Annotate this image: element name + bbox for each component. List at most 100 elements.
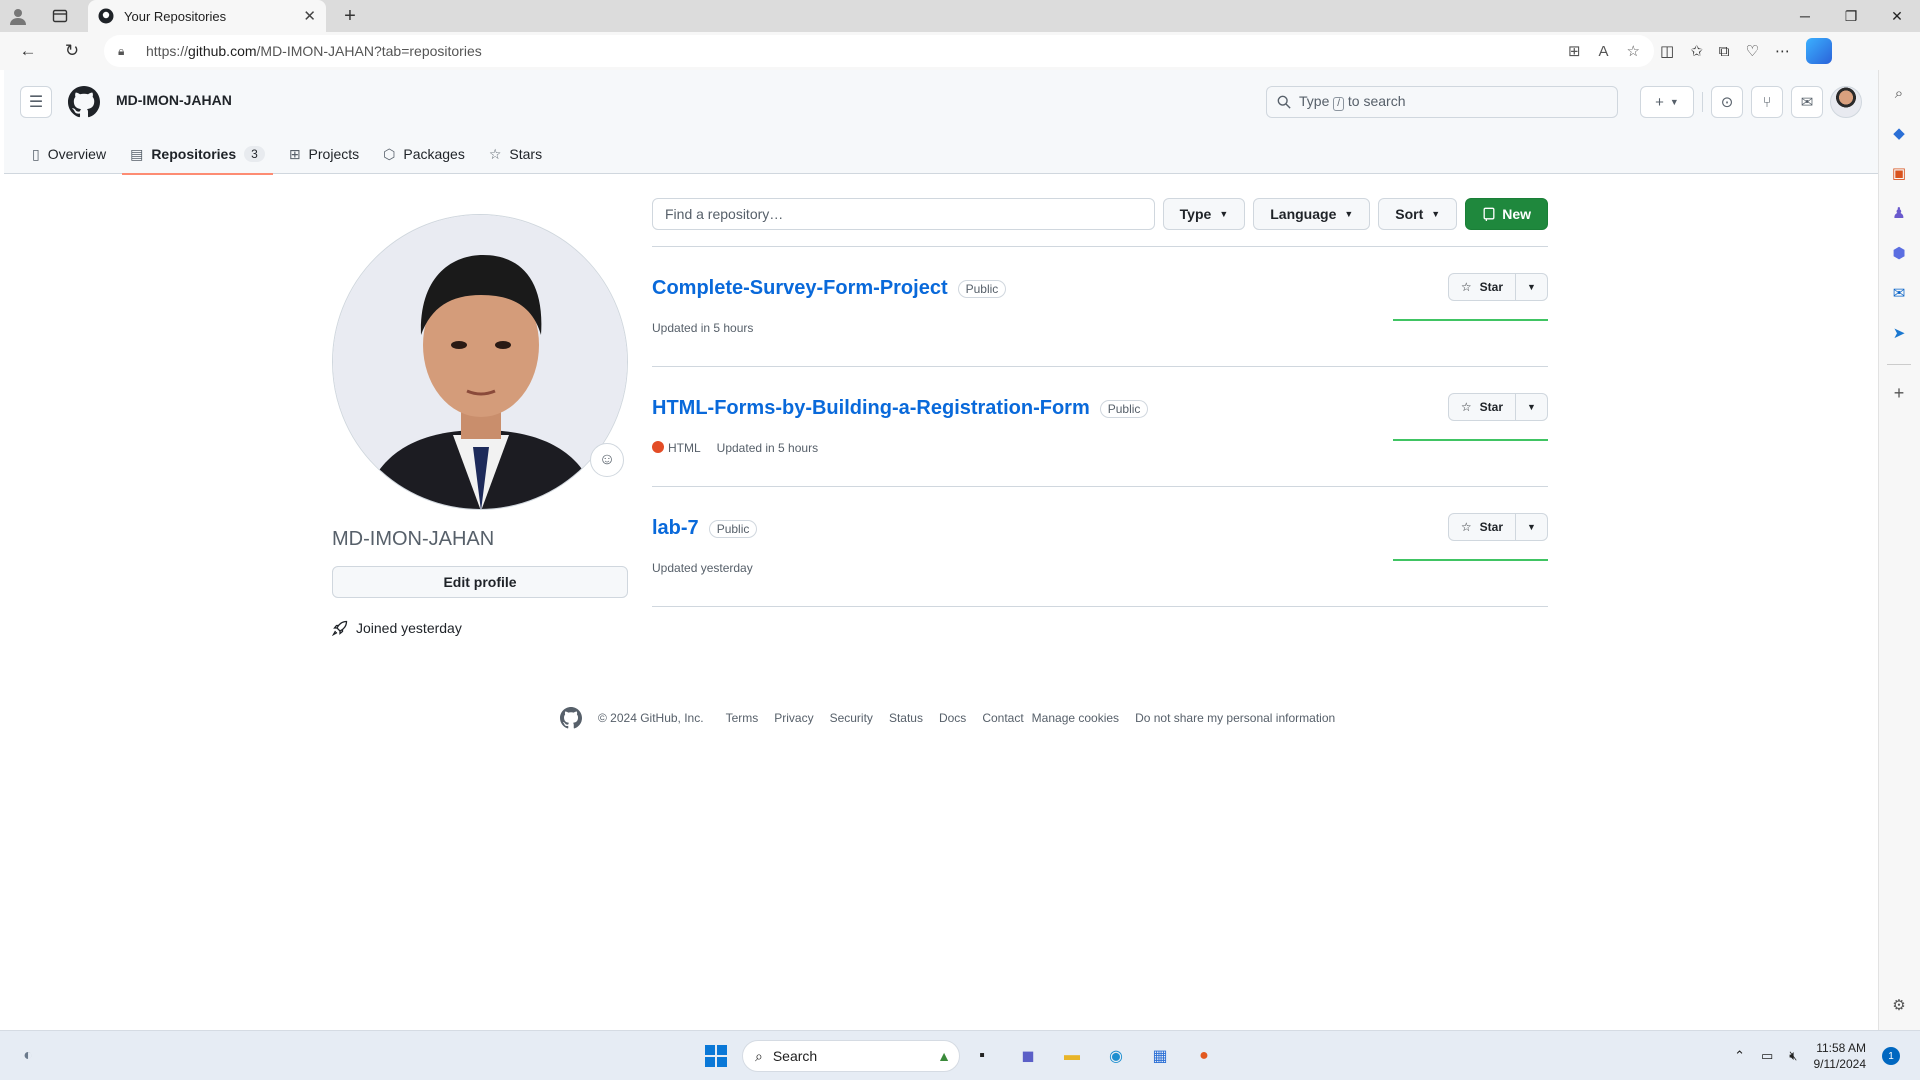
git-pull-request-icon: ⑂ xyxy=(1762,93,1772,111)
microsoft-store-icon[interactable]: ▦ xyxy=(1146,1042,1174,1070)
star-list-dropdown[interactable]: ▼ xyxy=(1516,513,1548,541)
footer-link-status[interactable]: Status xyxy=(889,711,923,725)
sidebar-add-icon[interactable]: + xyxy=(1888,382,1910,404)
tab-packages[interactable]: ⬡ Packages xyxy=(375,134,473,174)
sidebar-office-icon[interactable]: ⬢ xyxy=(1888,242,1910,264)
site-info-icon[interactable]: 🔒︎ xyxy=(118,44,138,59)
github-mark-icon[interactable] xyxy=(560,707,582,729)
repo-icon: ▤ xyxy=(130,145,144,162)
sidebar-settings-icon[interactable]: ⚙ xyxy=(1888,994,1910,1016)
page-footer: © 2024 GitHub, Inc. Terms Privacy Securi… xyxy=(560,706,1335,730)
copilot-icon[interactable] xyxy=(1805,38,1832,64)
favorite-star-icon[interactable]: ☆ xyxy=(1627,42,1640,60)
set-status-smiley-icon[interactable]: ☺ xyxy=(590,443,624,477)
tab-stars[interactable]: ☆ Stars xyxy=(481,134,550,174)
tab-actions-icon[interactable] xyxy=(42,0,78,32)
restore-icon[interactable]: ❐ xyxy=(1828,0,1874,32)
new-repository-button[interactable]: New xyxy=(1465,198,1548,230)
sidebar-search-icon[interactable]: ⌕ xyxy=(1888,82,1910,104)
inbox-button[interactable]: ✉ xyxy=(1791,86,1823,118)
read-aloud-icon[interactable]: A xyxy=(1599,43,1609,60)
issues-button[interactable]: ⊙ xyxy=(1711,86,1743,118)
sidebar-games-icon[interactable]: ♟ xyxy=(1888,202,1910,224)
create-new-button[interactable]: + ▼ xyxy=(1640,86,1694,118)
star-button[interactable]: ☆ Star xyxy=(1447,393,1516,421)
github-logo-icon[interactable] xyxy=(68,86,100,118)
repo-updated: Updated in 5 hours xyxy=(716,441,819,455)
settings-more-icon[interactable]: ⋯ xyxy=(1775,42,1790,60)
weather-widget-icon[interactable]: ◐ xyxy=(14,1042,42,1070)
star-button-group: ☆ Star ▼ xyxy=(1447,393,1548,421)
tab-overview[interactable]: ▯ Overview xyxy=(24,134,114,174)
tab-close-icon[interactable]: ✕ xyxy=(303,7,316,25)
minimize-icon[interactable]: ─ xyxy=(1782,0,1828,32)
close-window-icon[interactable]: ✕ xyxy=(1874,0,1920,32)
taskbar-clock[interactable]: 11:58 AM 9/11/2024 xyxy=(1814,1040,1867,1072)
find-repository-input[interactable]: Find a repository… xyxy=(652,198,1155,230)
footer-link-docs[interactable]: Docs xyxy=(939,711,966,725)
language-filter-button[interactable]: Language ▼ xyxy=(1253,198,1371,230)
header-username[interactable]: MD-IMON-JAHAN xyxy=(116,92,232,108)
tab-repositories[interactable]: ▤ Repositories 3 xyxy=(122,134,273,175)
star-icon: ☆ xyxy=(1460,280,1472,294)
star-button[interactable]: ☆ Star xyxy=(1447,513,1516,541)
sidebar-outlook-icon[interactable]: ✉ xyxy=(1888,282,1910,304)
header-avatar[interactable] xyxy=(1830,86,1862,118)
sidebar-tools-icon[interactable]: ▣ xyxy=(1888,162,1910,184)
taskbar-search[interactable]: ⌕ Search ▲ xyxy=(742,1040,960,1072)
repo-title-row: Complete-Survey-Form-Project Public xyxy=(652,277,1007,300)
profile-avatar[interactable] xyxy=(332,214,628,510)
star-list-dropdown[interactable]: ▼ xyxy=(1516,393,1548,421)
tab-projects[interactable]: ⊞ Projects xyxy=(281,134,367,174)
teams-chat-icon[interactable]: ◼ xyxy=(1014,1042,1042,1070)
browser-tab-active[interactable]: Your Repositories ✕ xyxy=(88,0,326,32)
new-tab-button[interactable]: + xyxy=(336,4,364,28)
repo-name-link[interactable]: Complete-Survey-Form-Project xyxy=(652,277,948,300)
footer-link-do-not-share[interactable]: Do not share my personal information xyxy=(1135,711,1335,725)
profile-icon[interactable] xyxy=(0,0,36,32)
footer-link-contact[interactable]: Contact xyxy=(982,711,1023,725)
split-screen-icon[interactable]: ◫ xyxy=(1660,42,1674,60)
visibility-badge: Public xyxy=(1099,399,1149,418)
start-button[interactable] xyxy=(702,1042,730,1070)
collections-icon[interactable]: ⧉ xyxy=(1719,43,1730,60)
favorites-icon[interactable]: ✩ xyxy=(1690,42,1703,60)
sidebar-send-icon[interactable]: ➤ xyxy=(1888,322,1910,344)
refresh-button[interactable]: ↻ xyxy=(54,35,90,67)
volume-muted-icon[interactable]: 🔇︎ xyxy=(1789,1048,1797,1064)
file-explorer-icon[interactable]: ▬ xyxy=(1058,1042,1086,1070)
footer-link-terms[interactable]: Terms xyxy=(726,711,759,725)
type-filter-button[interactable]: Type ▼ xyxy=(1162,198,1246,230)
repo-meta: HTML Updated in 5 hours xyxy=(652,441,818,455)
taskbar-search-label: Search xyxy=(772,1048,818,1064)
sidebar-shopping-icon[interactable]: ◆ xyxy=(1888,122,1910,144)
edit-profile-button[interactable]: Edit profile xyxy=(332,566,628,598)
footer-link-privacy[interactable]: Privacy xyxy=(774,711,813,725)
star-button[interactable]: ☆ Star xyxy=(1447,273,1516,301)
app-available-icon[interactable]: ⊞ xyxy=(1568,42,1581,60)
footer-link-security[interactable]: Security xyxy=(830,711,873,725)
firefox-icon[interactable]: ● xyxy=(1190,1042,1218,1070)
profile-username: MD-IMON-JAHAN xyxy=(332,528,495,550)
search-input[interactable]: Type / to search xyxy=(1266,86,1618,118)
tab-label: Repositories xyxy=(151,146,237,162)
sort-filter-button[interactable]: Sort ▼ xyxy=(1378,198,1458,230)
address-bar[interactable]: 🔒︎ https://github.com/MD-IMON-JAHAN?tab=… xyxy=(104,35,1654,67)
browser-essentials-icon[interactable]: ♡ xyxy=(1745,42,1758,60)
footer-link-manage-cookies[interactable]: Manage cookies xyxy=(1032,711,1119,725)
repo-name-link[interactable]: HTML-Forms-by-Building-a-Registration-Fo… xyxy=(652,397,1090,420)
star-list-dropdown[interactable]: ▼ xyxy=(1516,273,1548,301)
back-button[interactable]: ← xyxy=(10,35,46,67)
notification-badge[interactable]: 1 xyxy=(1882,1047,1900,1065)
type-filter-label: Type xyxy=(1179,206,1212,222)
task-view-icon[interactable]: ▪ xyxy=(968,1042,996,1070)
chevron-up-icon[interactable]: ⌃ xyxy=(1734,1048,1745,1064)
plus-icon: + xyxy=(1655,93,1664,111)
network-icon[interactable]: ▭ xyxy=(1761,1048,1773,1064)
tab-label: Projects xyxy=(308,146,360,162)
edge-browser-icon[interactable]: ◉ xyxy=(1102,1042,1130,1070)
repo-language: HTML xyxy=(652,441,701,455)
repo-name-link[interactable]: lab-7 xyxy=(652,517,699,540)
pull-requests-button[interactable]: ⑂ xyxy=(1751,86,1783,118)
menu-button[interactable]: ☰ xyxy=(20,86,52,118)
